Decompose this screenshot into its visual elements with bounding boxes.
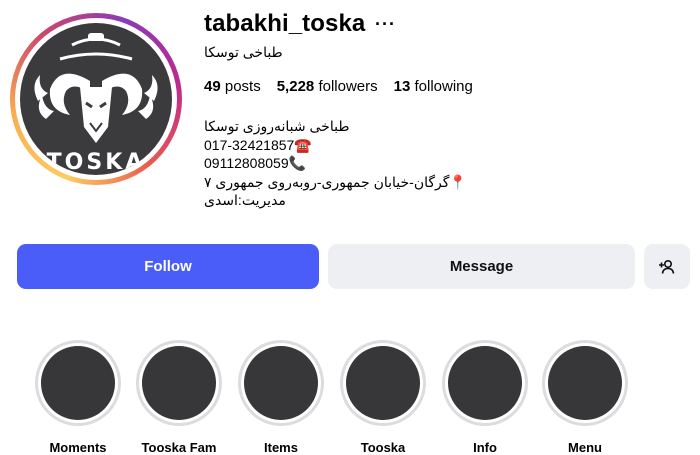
followers-stat[interactable]: 5,228 followers	[277, 78, 378, 95]
highlight-cover	[448, 346, 522, 420]
profile-bio: طباخی شبانه‌روزی توسکا 017-32421857☎️ 09…	[204, 117, 467, 210]
more-options-icon[interactable]: ···	[375, 14, 396, 35]
profile-username: tabakhi_toska	[204, 10, 366, 37]
add-user-button[interactable]	[644, 244, 690, 289]
profile-full-name: طباخی توسکا	[204, 44, 283, 60]
bio-line: طباخی شبانه‌روزی توسکا	[204, 118, 350, 134]
story-highlight[interactable]: Info	[440, 340, 530, 455]
story-highlight[interactable]: Tooska Fam	[134, 340, 224, 455]
message-button[interactable]: Message	[328, 244, 635, 289]
highlight-cover	[142, 346, 216, 420]
ram-logo-icon: TOSKA	[34, 33, 158, 175]
highlight-label: Moments	[49, 440, 107, 455]
highlight-cover	[548, 346, 622, 420]
highlight-label: Menu	[568, 440, 602, 455]
story-ring: TOSKA	[10, 13, 182, 185]
highlight-label: Info	[473, 440, 497, 455]
avatar-brand-text: TOSKA	[47, 150, 146, 175]
bio-line: مدیریت:اسدی	[204, 192, 286, 208]
avatar-logo: TOSKA	[20, 23, 172, 175]
profile-stats: 49 posts 5,228 followers 13 following	[204, 78, 473, 95]
highlight-label: Tooska	[360, 440, 406, 455]
story-highlight[interactable]: Tooska	[338, 340, 428, 455]
profile-avatar[interactable]: TOSKA	[10, 13, 182, 185]
highlight-label: Items	[264, 440, 298, 455]
following-stat[interactable]: 13 following	[394, 78, 473, 95]
posts-stat[interactable]: 49 posts	[204, 78, 261, 95]
story-highlight[interactable]: Items	[236, 340, 326, 455]
story-highlight[interactable]: Moments	[33, 340, 123, 455]
highlight-label: Tooska Fam	[141, 440, 217, 455]
highlight-cover	[346, 346, 420, 420]
highlight-cover	[244, 346, 318, 420]
follow-button[interactable]: Follow	[17, 244, 319, 289]
highlight-cover	[41, 346, 115, 420]
add-user-icon	[659, 259, 675, 274]
story-highlight[interactable]: Menu	[540, 340, 630, 455]
bio-line: 017-32421857☎️	[204, 136, 312, 153]
bio-line: 09112808059📞	[204, 155, 307, 171]
bio-line: 📍گرگان-خیابان جمهوری-روبه‌روی جمهوری ۷	[204, 173, 467, 190]
